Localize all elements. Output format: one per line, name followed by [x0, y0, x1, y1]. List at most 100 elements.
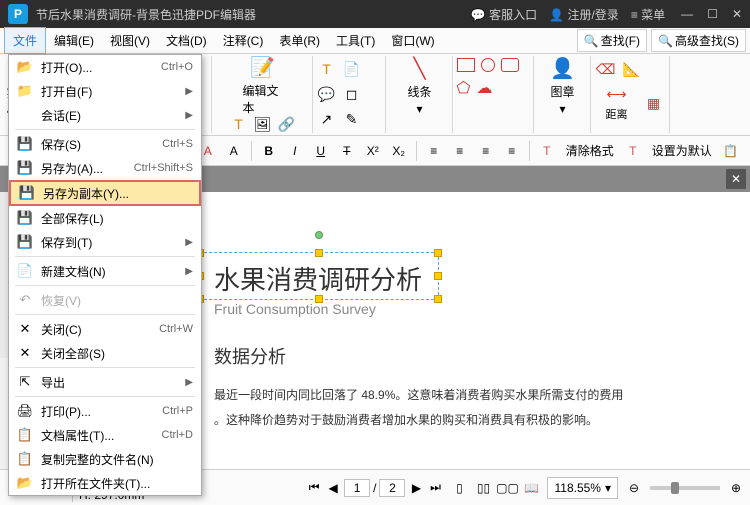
link-icon[interactable]: 🔗	[276, 113, 298, 135]
advanced-find-button[interactable]: 🔍高级查找(S)	[651, 29, 746, 52]
menu-export[interactable]: ⇱导出▶	[9, 370, 201, 394]
lines-button[interactable]: ╲线条 ▾	[400, 58, 440, 113]
folder-open-icon: 📂	[17, 59, 33, 75]
close-doc-icon: ✕	[17, 321, 33, 337]
resize-handle[interactable]	[434, 249, 442, 257]
layout-single-icon[interactable]: ▯	[451, 480, 467, 496]
copy-icon: 📋	[17, 451, 33, 467]
maximize-button[interactable]: ☐	[707, 7, 718, 21]
arrow-icon[interactable]: ↗	[316, 108, 338, 130]
menu-form[interactable]: 表单(R)	[271, 28, 328, 53]
callout-icon[interactable]: 💬	[316, 83, 338, 105]
menu-view[interactable]: 视图(V)	[102, 28, 158, 53]
shape-icon[interactable]: ◻	[341, 83, 363, 105]
menu-file[interactable]: 文件	[4, 27, 46, 54]
highlight-icon[interactable]: T	[316, 58, 338, 80]
layout-continuous-icon[interactable]: ▯▯	[475, 480, 491, 496]
close-button[interactable]: ✕	[732, 7, 742, 21]
indent-button[interactable]: T	[536, 140, 558, 162]
menu-open[interactable]: 📂打开(O)...Ctrl+O	[9, 55, 201, 79]
clear-format-button[interactable]: 清除格式	[562, 142, 618, 159]
align-right-button[interactable]: ≡	[475, 140, 497, 162]
rect-shape-icon[interactable]	[457, 58, 475, 72]
pencil-icon[interactable]: ✎	[341, 108, 363, 130]
current-page-input[interactable]: 1	[344, 479, 370, 497]
layout-facing-icon[interactable]: ▢▢	[499, 480, 515, 496]
menu-save-all[interactable]: 💾全部保存(L)	[9, 206, 201, 230]
menu-open-folder[interactable]: 📂打开所在文件夹(T)...	[9, 471, 201, 495]
strike-button[interactable]: T	[336, 140, 358, 162]
set-default-button[interactable]: 设置为默认	[648, 142, 716, 159]
next-page-icon[interactable]: ▶	[408, 480, 424, 496]
login-link[interactable]: 👤 注册/登录	[549, 6, 619, 23]
minimize-button[interactable]: —	[681, 7, 693, 21]
menu-close-all[interactable]: ✕关闭全部(S)	[9, 341, 201, 365]
menu-save[interactable]: 💾保存(S)Ctrl+S	[9, 132, 201, 156]
stamp-button[interactable]: 👤图章 ▾	[543, 58, 583, 113]
cloud-shape-icon[interactable]: ☁	[476, 78, 492, 98]
add-text-icon[interactable]: T	[228, 113, 250, 135]
align-center-button[interactable]: ≡	[449, 140, 471, 162]
submenu-arrow-icon: ▶	[185, 266, 193, 277]
tab-close-button[interactable]: ✕	[726, 169, 746, 189]
restore-icon: ↶	[17, 292, 33, 308]
menu-close[interactable]: ✕关闭(C)Ctrl+W	[9, 317, 201, 341]
align-left-button[interactable]: ≡	[423, 140, 445, 162]
note-icon[interactable]: 📄	[341, 58, 363, 80]
menu-comment[interactable]: 注释(C)	[215, 28, 272, 53]
align-justify-button[interactable]: ≡	[501, 140, 523, 162]
submenu-arrow-icon: ▶	[185, 237, 193, 248]
underline-button[interactable]: U	[310, 140, 332, 162]
save-as-icon: 💾	[17, 160, 33, 176]
doc-heading[interactable]: 水果消费调研分析	[214, 260, 720, 297]
measure-icon[interactable]: 📐	[621, 58, 643, 80]
last-page-icon[interactable]: ⏭	[427, 480, 443, 496]
support-link[interactable]: 💬 客服入口	[471, 6, 537, 23]
menu-copy-filename[interactable]: 📋复制完整的文件名(N)	[9, 447, 201, 471]
menu-new-doc[interactable]: 📄新建文档(N)▶	[9, 259, 201, 283]
menu-open-from[interactable]: 📁打开自(F)▶	[9, 79, 201, 103]
add-image-icon[interactable]: 🖼	[252, 113, 274, 135]
polygon-shape-icon[interactable]: ⬠	[457, 78, 471, 98]
menu-save-as[interactable]: 💾另存为(A)...Ctrl+Shift+S	[9, 156, 201, 180]
zoom-combo-status[interactable]: 118.55% ▾	[547, 477, 618, 499]
zoom-in-button[interactable]: ⊕	[728, 480, 744, 496]
rotation-handle[interactable]	[315, 231, 323, 239]
menu-print[interactable]: 🖨打印(P)...Ctrl+P	[9, 399, 201, 423]
distance-button[interactable]: ⟷距离	[595, 84, 639, 122]
prev-page-icon[interactable]: ◀	[325, 480, 341, 496]
first-page-icon[interactable]: ⏮	[306, 480, 322, 496]
menu-tools[interactable]: 工具(T)	[328, 28, 383, 53]
italic-button[interactable]: I	[284, 140, 306, 162]
zoom-slider[interactable]	[650, 486, 720, 490]
print-icon: 🖨	[17, 403, 33, 419]
edit-text-button[interactable]: 📝编辑文本	[243, 58, 283, 113]
window-title: 节后水果消费调研-背景色迅捷PDF编辑器	[36, 6, 471, 23]
bold-button[interactable]: B	[258, 140, 280, 162]
save-format-icon[interactable]: T	[622, 140, 644, 162]
menu-edit[interactable]: 编辑(E)	[46, 28, 102, 53]
menu-session[interactable]: 会话(E)▶	[9, 103, 201, 127]
menu-save-copy[interactable]: 💾另存为副本(Y)...	[9, 180, 201, 206]
menu-save-to[interactable]: 💾保存到(T)▶	[9, 230, 201, 254]
zoom-out-button[interactable]: ⊖	[626, 480, 642, 496]
subscript-button[interactable]: X₂	[388, 140, 410, 162]
page-navigator: ⏮ ◀ 1 /2 ▶ ⏭	[306, 479, 443, 497]
superscript-button[interactable]: X²	[362, 140, 384, 162]
save-all-icon: 💾	[17, 210, 33, 226]
eraser-icon[interactable]: ⌫	[595, 58, 617, 80]
menu-window[interactable]: 窗口(W)	[383, 28, 442, 53]
resize-handle[interactable]	[315, 249, 323, 257]
copy-format-icon[interactable]: 📋	[720, 140, 742, 162]
layout-book-icon[interactable]: 📖	[523, 480, 539, 496]
menu-document[interactable]: 文档(D)	[158, 28, 215, 53]
circle-shape-icon[interactable]	[481, 58, 495, 72]
find-button[interactable]: 🔍查找(F)	[577, 29, 647, 52]
roundrect-shape-icon[interactable]	[501, 58, 519, 72]
highlight-color-icon[interactable]: A	[223, 140, 245, 162]
new-doc-icon: 📄	[17, 263, 33, 279]
main-menu-link[interactable]: ≡ 菜单	[631, 6, 665, 23]
close-all-icon: ✕	[17, 345, 33, 361]
area-icon[interactable]: ▦	[643, 92, 665, 114]
menu-doc-props[interactable]: 📋文档属性(T)...Ctrl+D	[9, 423, 201, 447]
